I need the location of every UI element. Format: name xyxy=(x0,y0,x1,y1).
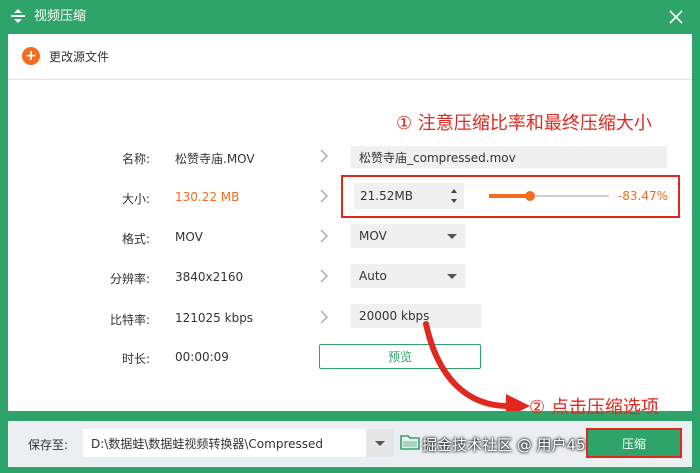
output-name-field[interactable]: 松赞寺庙_compressed.mov xyxy=(351,146,667,168)
folder-icon[interactable] xyxy=(400,433,420,451)
bitrate-label: 比特率: xyxy=(109,313,150,327)
chevron-right-icon xyxy=(320,229,328,243)
target-size-value: 21.52MB xyxy=(360,189,413,203)
bitrate-field[interactable]: 20000 kbps xyxy=(351,304,481,328)
resolution-select[interactable]: Auto xyxy=(351,264,465,288)
chevron-right-icon xyxy=(320,189,328,203)
source-resolution: 3840x2160 xyxy=(175,270,244,284)
dropdown-caret-icon xyxy=(375,440,385,446)
compression-slider[interactable] xyxy=(489,191,609,201)
dropdown-caret-icon xyxy=(447,273,457,279)
change-source-label: 更改源文件 xyxy=(49,49,110,64)
source-bitrate: 121025 kbps xyxy=(175,311,254,325)
slider-knob[interactable] xyxy=(525,191,535,201)
dropdown-caret-icon xyxy=(447,233,457,239)
format-select[interactable]: MOV xyxy=(351,224,465,248)
resolution-label: 分辨率: xyxy=(109,272,150,286)
size-highlight-box: 21.52MB -83.47% xyxy=(341,175,680,218)
source-format: MOV xyxy=(175,230,203,244)
change-source-button[interactable]: + 更改源文件 xyxy=(22,45,109,67)
preview-button[interactable]: 预览 xyxy=(319,344,481,369)
source-name: 松赞寺庙.MOV xyxy=(175,152,255,166)
divider xyxy=(8,79,692,80)
title-bar: 视频压缩 xyxy=(0,0,700,34)
compression-ratio: -83.47% xyxy=(617,189,668,203)
close-icon[interactable] xyxy=(666,7,686,27)
chevron-right-icon xyxy=(320,269,328,283)
target-size-stepper[interactable]: 21.52MB xyxy=(354,183,464,209)
app-window: 视频压缩 + 更改源文件 ① 注意压缩比率和最终压缩大小 名称: 松赞寺庙.MO… xyxy=(0,0,700,473)
name-label: 名称: xyxy=(121,152,150,166)
chevron-right-icon xyxy=(320,310,328,324)
compress-panel: + 更改源文件 ① 注意压缩比率和最终压缩大小 名称: 松赞寺庙.MOV 松赞寺… xyxy=(8,34,692,418)
chevron-right-icon xyxy=(320,149,328,163)
annotation-note-2: ② 点击压缩选项 xyxy=(529,397,659,418)
annotation-note-1: ① 注意压缩比率和最终压缩大小 xyxy=(396,113,652,134)
size-label: 大小: xyxy=(121,192,150,206)
slider-fill xyxy=(489,194,530,198)
stepper-arrows-icon[interactable] xyxy=(450,187,458,205)
resolution-select-value: Auto xyxy=(359,269,387,283)
output-path-field[interactable]: D:\数据蛙\数据蛙视频转换器\Compressed xyxy=(83,429,367,457)
path-dropdown-button[interactable] xyxy=(366,429,394,457)
compress-button[interactable]: 压缩 xyxy=(586,428,682,458)
plus-icon: + xyxy=(22,47,40,65)
window-title: 视频压缩 xyxy=(34,9,87,24)
format-select-value: MOV xyxy=(359,229,387,243)
format-label: 格式: xyxy=(121,232,150,246)
duration-label: 时长: xyxy=(121,352,150,366)
bottom-bar: 保存至: D:\数据蛙\数据蛙视频转换器\Compressed 掘金技术社区 @… xyxy=(8,421,692,467)
source-duration: 00:00:09 xyxy=(175,350,229,364)
source-size: 130.22 MB xyxy=(175,190,240,204)
save-to-label: 保存至: xyxy=(28,438,69,452)
compress-app-icon xyxy=(11,9,25,23)
